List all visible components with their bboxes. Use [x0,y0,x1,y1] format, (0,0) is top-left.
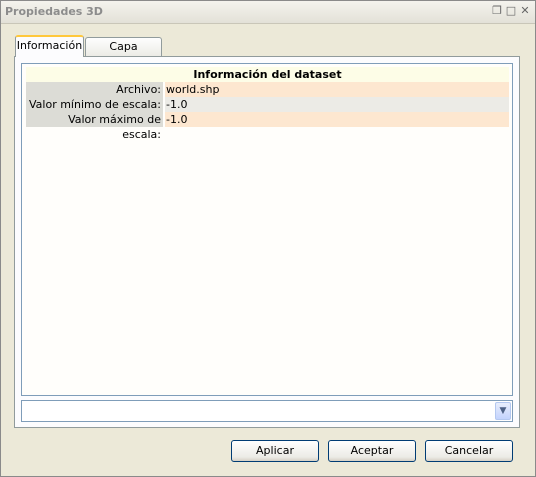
apply-button[interactable]: Aplicar [231,440,319,462]
dataset-info-panel: Información del dataset Archivo: world.s… [21,63,513,396]
row-value: -1.0 [165,97,509,112]
tab-informacion[interactable]: Información [15,35,84,57]
row-value: world.shp [165,82,509,97]
row-label: Valor mínimo de escala: [26,97,163,112]
close-icon[interactable]: ✕ [519,5,531,17]
dataset-info-table: Información del dataset Archivo: world.s… [26,67,509,141]
cancel-button[interactable]: Cancelar [425,440,513,462]
maximize-icon[interactable]: □ [505,5,517,17]
chevron-down-icon[interactable]: ▼ [495,402,511,420]
accept-button[interactable]: Aceptar [328,440,416,462]
title-bar[interactable]: Propiedades 3D ❐ □ ✕ [1,1,535,24]
row-label: Archivo: [26,82,163,97]
row-label: Valor máximo de escala: [26,112,163,141]
table-row: Valor máximo de escala: -1.0 [26,112,509,141]
window-title: Propiedades 3D [5,5,103,18]
tab-capa-vectorial[interactable]: Capa Vectorial [85,37,162,71]
row-value: -1.0 [165,112,509,127]
table-row: Valor mínimo de escala: -1.0 [26,97,509,112]
dataset-info-header: Información del dataset [26,67,509,82]
layer-select[interactable]: ▼ [21,400,513,422]
table-row: Archivo: world.shp [26,82,509,97]
pin-icon[interactable]: ❐ [491,5,503,17]
